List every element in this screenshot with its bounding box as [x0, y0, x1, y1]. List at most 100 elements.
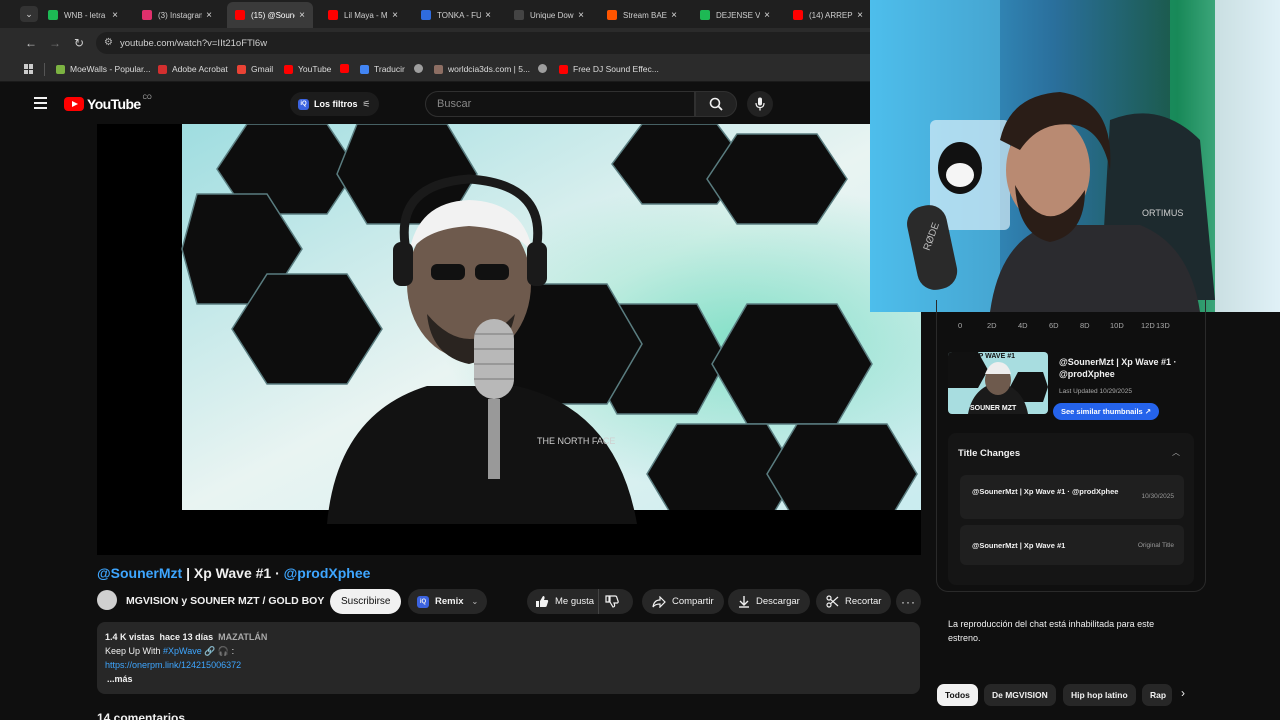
browser-tab[interactable]: (15) @Souner ×: [227, 2, 313, 28]
forward-icon[interactable]: →: [48, 36, 62, 50]
youtube-icon: [340, 64, 349, 73]
description-box[interactable]: 1.4 K vistas hace 13 días MAZATLÁN Keep …: [97, 622, 920, 694]
close-icon[interactable]: ×: [578, 10, 584, 21]
webcam-overlay: RØDE ORTIMUS: [870, 0, 1280, 312]
back-icon[interactable]: ←: [24, 36, 38, 50]
show-more-button[interactable]: ...más: [107, 674, 133, 684]
chevron-right-icon[interactable]: ›: [1181, 686, 1185, 700]
title-mention-prodxphee[interactable]: @prodXphee: [284, 565, 371, 581]
bookmark-item[interactable]: Traducir: [360, 64, 405, 74]
country-code: CO: [142, 95, 152, 101]
timeline-axis-label: 6D: [1049, 321, 1059, 330]
video-player[interactable]: THE NORTH FACE: [97, 124, 921, 555]
download-icon: [739, 596, 749, 608]
filter-chip[interactable]: De MGVISION: [984, 684, 1056, 706]
browser-tab[interactable]: (14) ARREPE ×: [785, 2, 871, 28]
browser-tab[interactable]: DEJENSE VE×: [692, 2, 778, 28]
collapse-icon[interactable]: ︿: [1172, 447, 1180, 458]
address-bar[interactable]: ⚙ youtube.com/watch?v=IIt21oFTl6w: [96, 32, 870, 54]
like-button[interactable]: Me gusta: [527, 589, 599, 614]
close-icon[interactable]: ×: [206, 10, 212, 21]
tab-title: (14) ARREPE: [809, 10, 854, 20]
browser-tab[interactable]: WNB - letra ×: [40, 2, 126, 28]
close-icon[interactable]: ×: [299, 10, 305, 21]
instagram-icon: [142, 10, 152, 20]
youtube-icon: [328, 10, 338, 20]
browser-tab[interactable]: Lil Maya - M ×: [320, 2, 406, 28]
hashtag-link[interactable]: #XpWave: [163, 646, 202, 656]
close-icon[interactable]: ×: [857, 10, 863, 21]
thumbnail-preview[interactable]: XP WAVE #1 SOUNER MZT: [948, 352, 1048, 414]
bookmark-item[interactable]: [538, 64, 552, 73]
description-link[interactable]: https://onerpm.link/124215006372: [105, 660, 241, 670]
more-actions-button[interactable]: ···: [896, 589, 921, 614]
title-change-date: Original Title: [1137, 542, 1174, 549]
subscribe-button[interactable]: Suscribirse: [330, 589, 402, 614]
filters-button[interactable]: iQ Los filtros ⚟: [290, 92, 379, 116]
thumbs-down-icon: [605, 595, 619, 608]
video-title: @SounerMzt | Xp Wave #1 · @prodXphee: [97, 565, 370, 581]
bookmark-label: YouTube: [298, 64, 332, 74]
youtube-logo[interactable]: YouTube CO: [64, 95, 152, 112]
channel-avatar[interactable]: [97, 590, 117, 610]
browser-tab[interactable]: TONKA - FU ×: [413, 2, 499, 28]
browser-tab[interactable]: Stream BAE ×: [599, 2, 685, 28]
video-frame: THE NORTH FACE: [97, 124, 921, 555]
voice-search-button[interactable]: [747, 91, 773, 117]
bookmark-item[interactable]: [414, 64, 428, 73]
like-dislike-group: Me gusta: [527, 589, 633, 614]
filter-chip[interactable]: Hip hop latino: [1063, 684, 1136, 706]
tab-title: DEJENSE VE: [716, 10, 761, 20]
video-location[interactable]: MAZATLÁN: [218, 632, 267, 642]
close-icon[interactable]: ×: [671, 10, 677, 21]
dropbox-icon: [421, 10, 431, 20]
browser-tab[interactable]: (3) Instagram ×: [134, 2, 220, 28]
clip-button[interactable]: Recortar: [816, 589, 892, 614]
spotify-icon: [700, 10, 710, 20]
streamer-camera-feed: RØDE ORTIMUS: [870, 0, 1280, 312]
download-label: Descargar: [756, 596, 800, 607]
clip-label: Recortar: [845, 596, 882, 607]
see-similar-thumbnails-button[interactable]: See similar thumbnails ↗: [1053, 403, 1160, 420]
share-icon: [652, 595, 666, 608]
timeline-axis-label: 8D: [1080, 321, 1090, 330]
filter-chip[interactable]: Rap: [1142, 684, 1172, 706]
menu-icon[interactable]: [34, 97, 47, 109]
bookmark-item[interactable]: Adobe Acrobat: [158, 64, 228, 74]
reload-icon[interactable]: ↻: [72, 36, 86, 50]
tab-title: TONKA - FU: [437, 10, 482, 20]
bookmark-item[interactable]: worldcia3ds.com | 5...: [434, 64, 530, 74]
youtube-icon: [793, 10, 803, 20]
search-button[interactable]: [695, 91, 737, 117]
bookmark-item[interactable]: MoeWalls - Popular...: [56, 64, 150, 74]
bookmark-item[interactable]: YouTube: [284, 64, 331, 74]
title-text: | Xp Wave #1 ·: [182, 565, 284, 581]
close-icon[interactable]: ×: [485, 10, 491, 21]
search-input[interactable]: Buscar: [425, 91, 695, 117]
close-icon[interactable]: ×: [392, 10, 398, 21]
apps-grid-icon[interactable]: [24, 64, 34, 74]
title-change-text: @SounerMzt | Xp Wave #1: [972, 541, 1066, 550]
bookmark-label: Free DJ Sound Effec...: [573, 64, 659, 74]
timeline-axis-label: 10D: [1110, 321, 1124, 330]
browser-tab[interactable]: Unique Dow ×: [506, 2, 592, 28]
soundcloud-icon: [607, 10, 617, 20]
remix-button[interactable]: iQ Remix ⌄: [408, 589, 488, 614]
dislike-button[interactable]: [599, 589, 631, 614]
remix-label: Remix: [435, 596, 464, 607]
share-button[interactable]: Compartir: [642, 589, 724, 614]
filter-chip[interactable]: Todos: [937, 684, 978, 706]
bookmark-item[interactable]: Gmail: [237, 64, 273, 74]
close-icon[interactable]: ×: [112, 10, 118, 21]
bookmark-item[interactable]: [340, 64, 354, 73]
title-mention-souner[interactable]: @SounerMzt: [97, 565, 182, 581]
microphone-icon: [755, 97, 765, 111]
bookmark-label: Adobe Acrobat: [172, 64, 228, 74]
tab-search-button[interactable]: ⌄: [20, 6, 38, 22]
chat-replay-disabled-message: La reproducción del chat está inhabilita…: [948, 619, 1155, 643]
site-info-icon[interactable]: ⚙: [104, 37, 113, 48]
bookmark-item[interactable]: Free DJ Sound Effec...: [559, 64, 659, 74]
channel-name[interactable]: MGVISION y SOUNER MZT / GOLD BOY: [126, 595, 324, 607]
download-button[interactable]: Descargar: [728, 589, 810, 614]
close-icon[interactable]: ×: [764, 10, 770, 21]
